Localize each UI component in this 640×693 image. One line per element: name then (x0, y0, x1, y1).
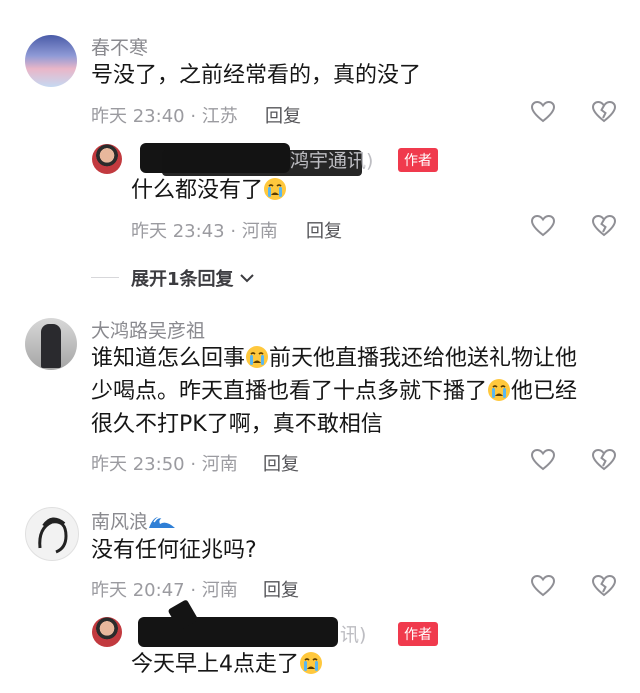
chevron-down-icon (240, 274, 254, 283)
crying-emoji (245, 345, 269, 369)
broken-heart-icon[interactable] (591, 100, 617, 124)
comment-username[interactable]: 南风浪 (91, 507, 176, 534)
author-tag: 作者 (398, 622, 438, 646)
reply-button[interactable]: 回复 (263, 576, 299, 602)
author-avatar[interactable] (92, 144, 122, 174)
reply-text: 今天早上4点走了 (131, 648, 323, 681)
author-username[interactable]: 鸿宇通讯) (290, 146, 373, 173)
avatar[interactable] (25, 35, 77, 87)
avatar[interactable] (25, 507, 79, 561)
comment-text: 号没了，之前经常看的，真的没了 (91, 63, 422, 88)
wave-emoji (148, 512, 176, 530)
comment-text: 没有任何征兆吗? (91, 538, 257, 563)
heart-icon[interactable] (530, 574, 556, 598)
comment-text: 谁知道怎么回事 前天他直播我还给他送礼物让他 少喝点。昨天直播也看了十点多就下播了… (91, 345, 578, 437)
comment-meta: 昨天 20:47 · 河南 (91, 580, 238, 601)
reply-text: 什么都没有了 (131, 174, 287, 207)
broken-heart-icon[interactable] (591, 448, 617, 472)
reply-meta: 昨天 23:43 · 河南 (131, 221, 278, 242)
heart-icon[interactable] (530, 100, 556, 124)
author-avatar[interactable] (92, 617, 122, 647)
author-tag: 作者 (398, 148, 438, 172)
divider (91, 277, 119, 278)
heart-icon[interactable] (530, 214, 556, 238)
expand-replies[interactable]: 展开1条回复 (131, 265, 254, 291)
reply-button[interactable]: 回复 (306, 217, 342, 243)
reply-button[interactable]: 回复 (263, 450, 299, 476)
heart-icon[interactable] (530, 448, 556, 472)
crying-emoji (487, 378, 511, 402)
broken-heart-icon[interactable] (591, 574, 617, 598)
crying-emoji (299, 651, 323, 675)
comment-username[interactable]: 春不寒 (91, 33, 148, 60)
reply-button[interactable]: 回复 (265, 102, 301, 128)
comment-meta: 昨天 23:40 · 江苏 (91, 106, 238, 127)
comment-username[interactable]: 大鸿路吴彦祖 (91, 316, 205, 343)
crying-emoji (263, 177, 287, 201)
broken-heart-icon[interactable] (591, 214, 617, 238)
redacted-username (138, 617, 338, 647)
avatar[interactable] (25, 318, 77, 370)
comment-meta: 昨天 23:50 · 河南 (91, 454, 238, 475)
author-username[interactable]: 讯) (340, 620, 366, 647)
